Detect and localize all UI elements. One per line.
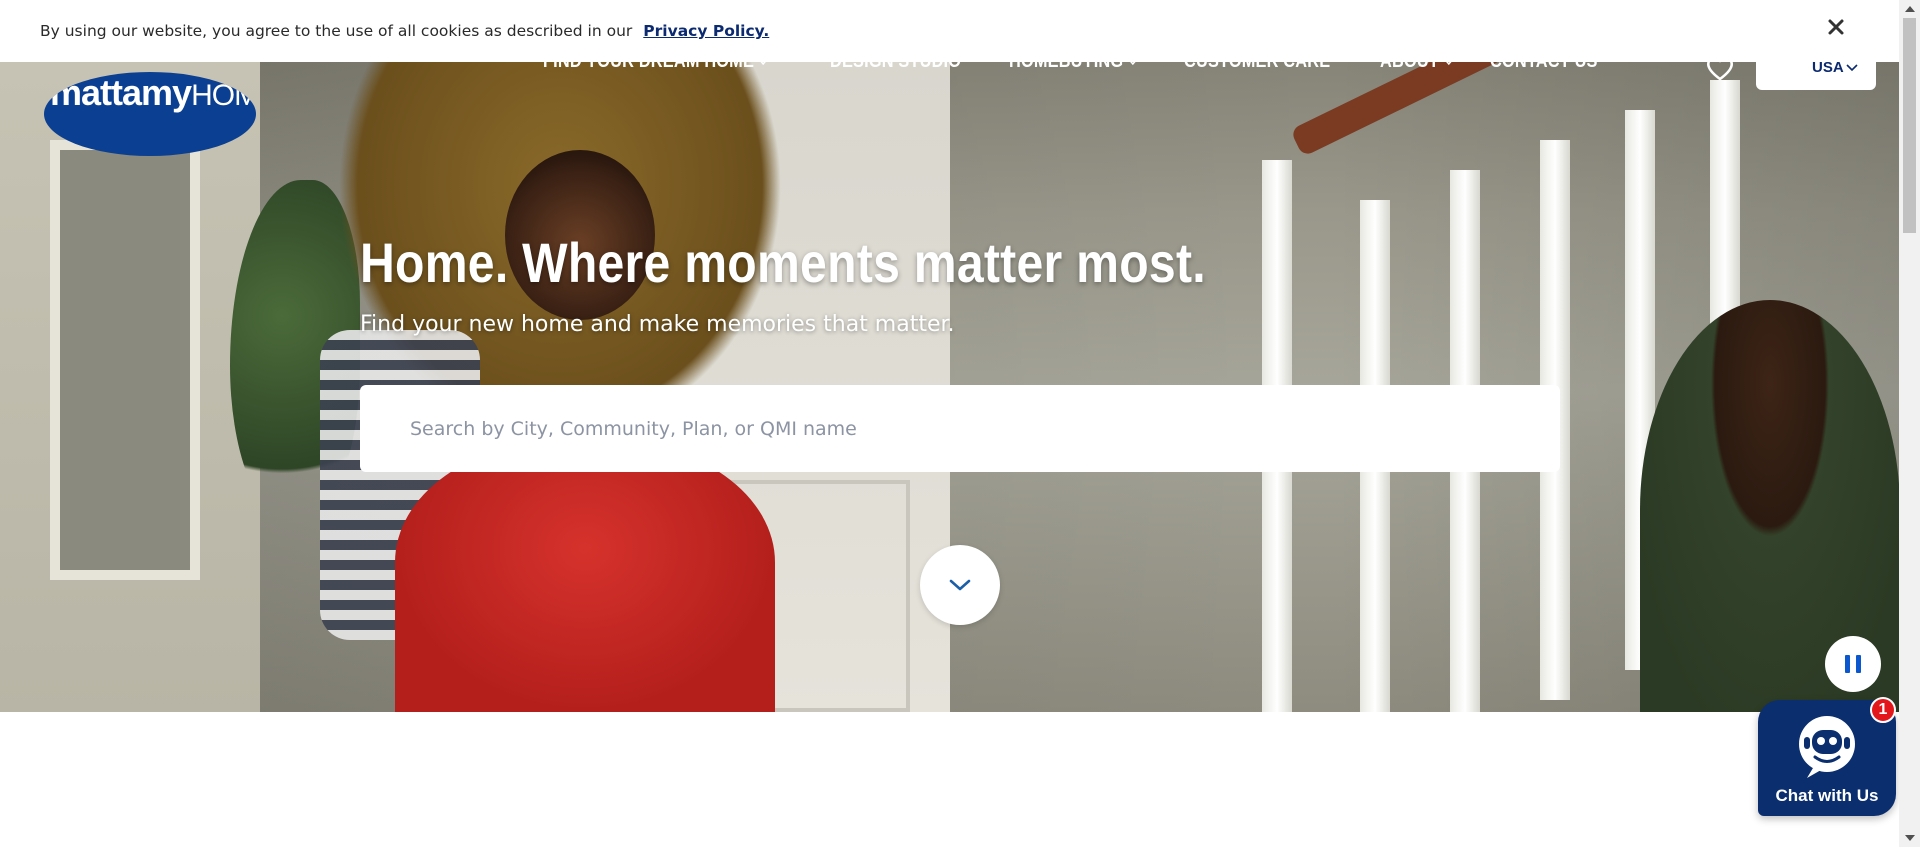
- chat-label: Chat with Us: [1775, 786, 1879, 805]
- privacy-policy-link[interactable]: Privacy Policy.: [643, 22, 769, 40]
- close-icon: [1828, 19, 1844, 35]
- chat-notification-badge: 1: [1870, 697, 1896, 723]
- logo-text-bold: mattamy: [50, 72, 192, 113]
- hero-subheadline: Find your new home and make memories tha…: [360, 312, 955, 337]
- video-pause-button[interactable]: [1825, 636, 1881, 692]
- cookie-close-button[interactable]: [1823, 14, 1849, 40]
- chevron-down-icon: [1846, 64, 1858, 72]
- scroll-up-arrow-icon[interactable]: [1905, 6, 1915, 12]
- scrollbar-thumb[interactable]: [1903, 18, 1916, 233]
- page: mattamyHOMES FIND YOUR DREAM HOME DESIGN…: [0, 0, 1920, 847]
- background-door-left: [0, 60, 260, 712]
- brand-logo[interactable]: mattamyHOMES: [44, 72, 256, 156]
- scroll-down-arrow-icon[interactable]: [1905, 835, 1915, 841]
- search-input[interactable]: [410, 385, 1560, 472]
- logo-text-light: HOMES: [191, 79, 256, 112]
- logo-text: mattamyHOMES: [50, 72, 256, 114]
- cookie-consent-bar: By using our website, you agree to the u…: [0, 0, 1899, 62]
- search-box: [360, 385, 1560, 472]
- page-scrollbar[interactable]: [1899, 0, 1920, 847]
- hero-headline: Home. Where moments matter most.: [360, 231, 1206, 294]
- background-person-girl: [395, 440, 775, 712]
- chevron-down-icon: [949, 579, 971, 591]
- scroll-down-button[interactable]: [920, 545, 1000, 625]
- cookie-message: By using our website, you agree to the u…: [40, 22, 633, 40]
- pause-icon: [1842, 655, 1864, 673]
- chatbot-icon: [1799, 716, 1855, 778]
